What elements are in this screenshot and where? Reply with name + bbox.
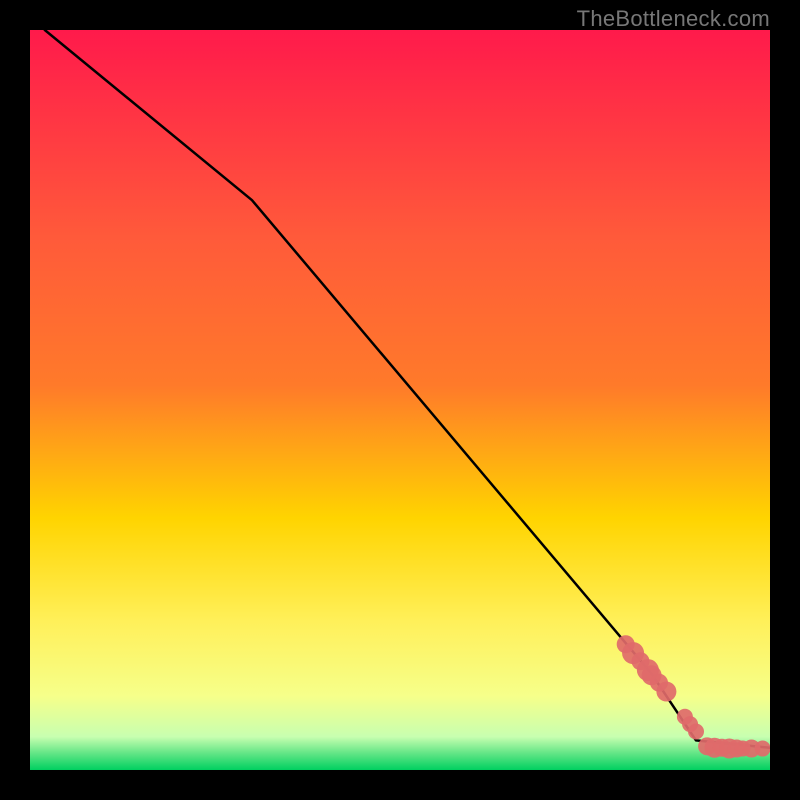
attribution-label: TheBottleneck.com bbox=[577, 6, 770, 32]
plot-area bbox=[30, 30, 770, 770]
chart-frame: TheBottleneck.com bbox=[0, 0, 800, 800]
gradient-background bbox=[30, 30, 770, 770]
chart-svg bbox=[30, 30, 770, 770]
data-point bbox=[688, 724, 704, 740]
data-point bbox=[656, 682, 676, 702]
data-point bbox=[755, 741, 770, 757]
